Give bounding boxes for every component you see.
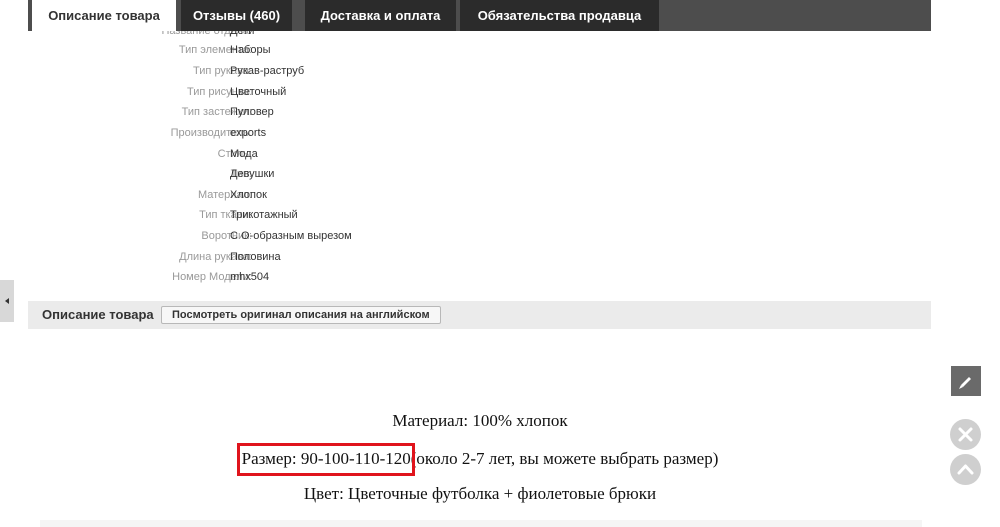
property-value: Половина xyxy=(230,251,281,263)
size-highlight: Размер: 90-100-110-120 xyxy=(236,443,415,476)
property-value: exports xyxy=(230,127,267,139)
property-value: mhx504 xyxy=(230,271,270,283)
property-value: Мода xyxy=(230,148,258,160)
property-row: Тип ткани: Трикотажный xyxy=(28,205,931,225)
property-value: Хлопок xyxy=(230,189,267,201)
caret-left-icon xyxy=(5,298,9,304)
tab-bar: Описание товара Отзывы (460) Доставка и … xyxy=(28,0,931,31)
property-row: Тип рукава: Рукав-раструб xyxy=(28,61,931,81)
property-row: Номер Модели: mhx504 xyxy=(28,267,931,287)
properties-list: Название отдела: Дети Тип элемента: Наборы… xyxy=(28,31,931,290)
property-row: Тип элемента: Наборы xyxy=(28,40,931,60)
chevron-up-icon xyxy=(957,464,974,475)
property-row: Тип застежки: Пуловер xyxy=(28,102,931,122)
tab-seller-obligations[interactable]: Обязательства продавца xyxy=(460,0,659,31)
content-bottom-edge xyxy=(40,520,922,527)
property-value: Наборы xyxy=(230,44,271,56)
property-value: Девушки xyxy=(230,168,275,180)
property-value: Цветочный xyxy=(230,86,287,98)
tab-reviews[interactable]: Отзывы (460) xyxy=(181,0,292,31)
property-value: Трикотажный xyxy=(230,209,298,221)
side-collapse-tab[interactable] xyxy=(0,280,14,322)
edit-button[interactable] xyxy=(951,366,981,396)
description-color: Цвет: Цветочные футболка + фиолетовые бр… xyxy=(303,484,657,503)
property-row: Длина рукава: Половина xyxy=(28,247,931,267)
size-note: (около 2-7 лет, вы можете выбрать размер… xyxy=(410,449,719,468)
tab-delivery[interactable]: Доставка и оплата xyxy=(305,0,456,31)
description-size: Размер: 90-100-110-120(около 2-7 лет, вы… xyxy=(0,443,960,476)
tab-description[interactable]: Описание товара xyxy=(32,0,176,31)
property-row: Производитель: exports xyxy=(28,123,931,143)
property-value: Рукав-раструб xyxy=(230,65,305,77)
property-row: Стиль: Мода xyxy=(28,144,931,164)
description-material: Материал: 100% хлопок xyxy=(392,411,568,430)
description-title: Описание товара xyxy=(42,307,154,322)
property-value: С О-образным вырезом xyxy=(230,230,352,242)
property-row: Тип рисунка: Цветочный xyxy=(28,82,931,102)
property-row: Воротник: С О-образным вырезом xyxy=(28,226,931,246)
close-icon xyxy=(958,427,973,442)
property-value: Пуловер xyxy=(230,106,274,118)
pencil-icon xyxy=(959,377,971,389)
close-button[interactable] xyxy=(950,419,981,450)
property-row: Материал: Хлопок xyxy=(28,185,931,205)
view-original-button[interactable]: Посмотреть оригинал описания на английск… xyxy=(161,306,441,324)
scroll-top-button[interactable] xyxy=(950,454,981,485)
description-header: Описание товара Посмотреть оригинал опис… xyxy=(28,301,931,329)
property-row: Тип: Девушки xyxy=(28,164,931,184)
